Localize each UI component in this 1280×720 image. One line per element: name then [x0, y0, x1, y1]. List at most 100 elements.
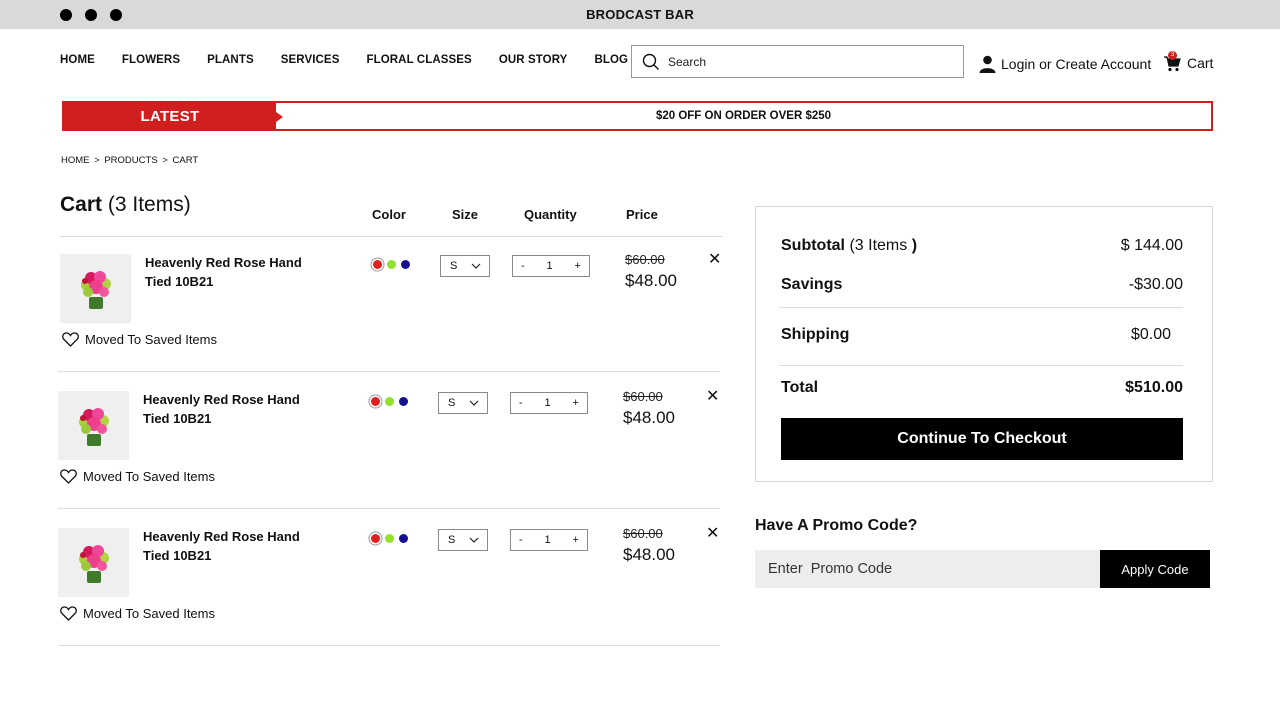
continue-to-checkout-button[interactable]: Continue To Checkout [781, 418, 1183, 460]
quantity-decrease-button[interactable]: - [519, 534, 523, 546]
breadcrumb-separator: > [94, 155, 100, 166]
color-swatch[interactable] [387, 260, 396, 269]
savings-row: Savings -$30.00 [781, 276, 1183, 294]
breadcrumb-home[interactable]: HOME [61, 155, 90, 166]
product-image[interactable] [58, 391, 129, 460]
original-price: $60.00 [623, 526, 663, 541]
color-swatch[interactable] [373, 260, 382, 269]
color-swatches [371, 534, 408, 543]
account-link[interactable]: Login or Create Account [979, 55, 1151, 73]
nav-item-flowers[interactable]: FLOWERS [122, 54, 180, 66]
nav-item-home[interactable]: HOME [60, 54, 95, 66]
color-swatches [371, 397, 408, 406]
color-swatch[interactable] [399, 397, 408, 406]
size-select[interactable]: S [438, 529, 488, 551]
cart-icon-wrap: 3 [1164, 51, 1182, 73]
divider [58, 371, 720, 372]
quantity-value[interactable]: 1 [547, 260, 553, 272]
product-name[interactable]: Heavenly Red Rose Hand Tied 10B21 [143, 527, 323, 565]
size-value: S [448, 397, 456, 409]
total-label: Total [781, 379, 819, 396]
quantity-value[interactable]: 1 [545, 534, 551, 546]
sale-price: $48.00 [625, 271, 677, 290]
flower-bouquet-icon [80, 270, 111, 309]
heart-icon [60, 606, 77, 621]
product-name[interactable]: Heavenly Red Rose Hand Tied 10B21 [143, 390, 323, 428]
cart-item-row: Heavenly Red Rose Hand Tied 10B21 S - 1 … [0, 374, 740, 511]
apply-code-button[interactable]: Apply Code [1100, 550, 1210, 588]
color-swatch[interactable] [385, 397, 394, 406]
product-name[interactable]: Heavenly Red Rose Hand Tied 10B21 [145, 253, 325, 291]
size-select[interactable]: S [438, 392, 488, 414]
color-swatch[interactable] [371, 534, 380, 543]
nav-item-plants[interactable]: PLANTS [207, 54, 254, 66]
divider [58, 645, 720, 646]
main-nav: HOME FLOWERS PLANTS SERVICES FLORAL CLAS… [60, 54, 655, 66]
save-for-later-label: Moved To Saved Items [85, 332, 217, 347]
savings-label: Savings [781, 276, 843, 293]
total-row: Total $510.00 [781, 379, 1183, 397]
account-label: Login or Create Account [1001, 56, 1152, 72]
savings-value: -$30.00 [1128, 276, 1183, 293]
search-icon[interactable] [642, 53, 660, 71]
size-select[interactable]: S [440, 255, 490, 277]
color-swatch[interactable] [385, 534, 394, 543]
heart-icon [62, 332, 79, 347]
quantity-value[interactable]: 1 [545, 397, 551, 409]
nav-item-floral-classes[interactable]: FLORAL CLASSES [366, 54, 471, 66]
subtotal-count: 3 Items [854, 237, 908, 254]
subtotal-value: $ 144.00 [1120, 237, 1183, 254]
save-for-later-link[interactable]: Moved To Saved Items [62, 332, 217, 347]
sale-price: $48.00 [623, 545, 675, 564]
color-swatch[interactable] [401, 260, 410, 269]
remove-item-button[interactable]: ✕ [706, 526, 719, 542]
search-input[interactable] [668, 54, 948, 69]
quantity-increase-button[interactable]: + [575, 260, 581, 272]
size-value: S [450, 260, 458, 272]
cart-title-label: Cart [60, 193, 103, 216]
quantity-stepper: - 1 + [512, 255, 590, 277]
subtotal-label: Subtotal (3 Items ) [781, 237, 918, 254]
broadcast-title: BRODCAST BAR [586, 7, 694, 22]
flower-bouquet-icon [78, 544, 109, 583]
divider [779, 365, 1183, 366]
divider [779, 307, 1183, 308]
quantity-increase-button[interactable]: + [573, 534, 579, 546]
quantity-increase-button[interactable]: + [573, 397, 579, 409]
divider [58, 508, 720, 509]
column-header-price: Price [626, 207, 658, 222]
chevron-down-icon [469, 537, 479, 543]
shipping-row: Shipping $0.00 [781, 326, 1183, 344]
nav-item-our-story[interactable]: OUR STORY [499, 54, 568, 66]
sale-price: $48.00 [623, 408, 675, 427]
breadcrumb-products[interactable]: PRODUCTS [104, 155, 157, 166]
cart-count-badge: 3 [1168, 51, 1177, 60]
promo-code-heading: Have A Promo Code? [755, 517, 918, 534]
original-price: $60.00 [625, 252, 665, 267]
nav-item-services[interactable]: SERVICES [281, 54, 340, 66]
cart-link[interactable]: 3 Cart [1164, 51, 1213, 73]
shipping-label: Shipping [781, 326, 850, 343]
color-swatch[interactable] [399, 534, 408, 543]
size-value: S [448, 534, 456, 546]
product-image[interactable] [58, 528, 129, 597]
promo-code-input[interactable] [755, 550, 1100, 588]
search-box [631, 45, 964, 78]
quantity-decrease-button[interactable]: - [519, 397, 523, 409]
banner-message: $20 OFF ON ORDER OVER $250 [655, 110, 832, 122]
save-for-later-label: Moved To Saved Items [83, 469, 215, 484]
product-image[interactable] [60, 254, 131, 323]
save-for-later-link[interactable]: Moved To Saved Items [60, 606, 215, 621]
nav-item-blog[interactable]: BLOG [594, 54, 628, 66]
column-header-color: Color [372, 207, 406, 222]
remove-item-button[interactable]: ✕ [706, 389, 719, 405]
subtotal-row: Subtotal (3 Items ) $ 144.00 [781, 237, 1183, 255]
page-title: Cart (3 Items) [60, 193, 191, 217]
quantity-decrease-button[interactable]: - [521, 260, 525, 272]
remove-item-button[interactable]: ✕ [708, 252, 721, 268]
column-header-size: Size [452, 207, 479, 222]
save-for-later-label: Moved To Saved Items [83, 606, 215, 621]
total-value: $510.00 [1125, 379, 1183, 396]
save-for-later-link[interactable]: Moved To Saved Items [60, 469, 215, 484]
color-swatch[interactable] [371, 397, 380, 406]
